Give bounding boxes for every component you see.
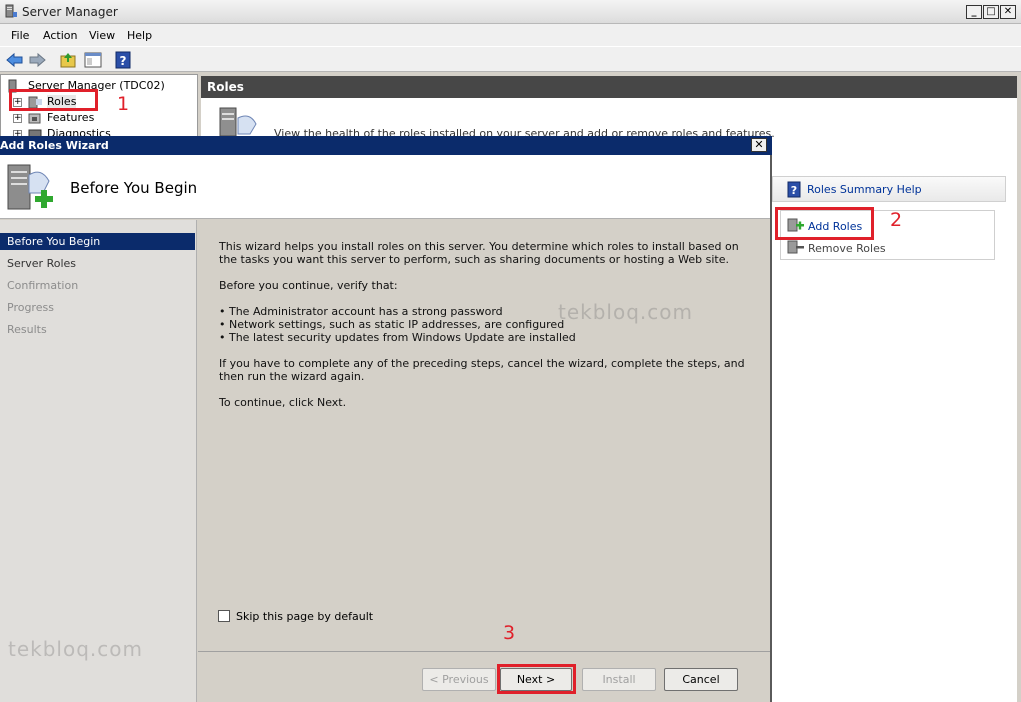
nav-server-roles[interactable]: Server Roles <box>0 255 195 272</box>
wizard-nav: Before You Begin Server Roles Confirmati… <box>0 220 197 702</box>
svg-text:?: ? <box>791 184 797 197</box>
continue-paragraph: To continue, click Next. <box>219 396 347 409</box>
show-hide-tree-icon[interactable] <box>83 51 103 69</box>
wizard-heading: Before You Begin <box>70 179 198 197</box>
annotation-box-roles <box>9 89 98 111</box>
nav-confirmation: Confirmation <box>7 279 79 292</box>
svg-text:?: ? <box>120 54 127 68</box>
previous-button[interactable]: < Previous <box>422 668 496 691</box>
nav-results: Results <box>7 323 47 336</box>
skip-page-checkbox[interactable] <box>218 610 230 622</box>
roles-pane-header: Roles <box>201 76 1017 98</box>
help-book-icon: ? <box>787 181 801 198</box>
remove-roles-icon <box>787 240 804 254</box>
wizard-roles-icon <box>7 164 53 210</box>
nav-before-you-begin[interactable]: Before You Begin <box>0 233 195 250</box>
expand-icon[interactable]: + <box>13 114 22 123</box>
features-icon <box>28 113 41 124</box>
up-folder-icon[interactable] <box>58 51 78 69</box>
cancel-paragraph: If you have to complete any of the prece… <box>219 357 745 383</box>
menu-help[interactable]: Help <box>127 29 152 42</box>
watermark: tekbloq.com <box>8 637 143 661</box>
menu-bar: File Action View Help <box>0 24 1021 46</box>
bullet-item: • The latest security updates from Windo… <box>219 331 576 344</box>
help-icon[interactable]: ? <box>113 51 133 69</box>
intro-paragraph: This wizard helps you install roles on t… <box>219 240 739 266</box>
maximize-button[interactable]: □ <box>983 5 999 19</box>
title-bar: Server Manager _ □ ✕ <box>0 0 1021 24</box>
annotation-box-add-roles <box>775 207 874 240</box>
footer-divider <box>198 651 770 652</box>
roles-large-icon <box>219 107 257 136</box>
watermark: tekbloq.com <box>558 300 693 324</box>
close-button[interactable]: ✕ <box>1000 5 1016 19</box>
verify-paragraph: Before you continue, verify that: <box>219 279 398 292</box>
annotation-number: 3 <box>503 622 516 644</box>
roles-summary-help-label: Roles Summary Help <box>807 183 922 196</box>
back-arrow-icon[interactable] <box>5 51 25 69</box>
remove-roles-link[interactable]: Remove Roles <box>785 239 905 257</box>
menu-file[interactable]: File <box>11 29 29 42</box>
annotation-box-next <box>497 664 576 694</box>
minimize-button[interactable]: _ <box>966 5 982 19</box>
menu-action[interactable]: Action <box>43 29 77 42</box>
tree-item-label: Features <box>47 111 95 124</box>
toolbar: ? <box>0 46 1021 72</box>
annotation-number: 2 <box>890 209 903 231</box>
wizard-title: Add Roles Wizard <box>0 136 772 155</box>
install-button[interactable]: Install <box>582 668 656 691</box>
server-manager-icon <box>5 4 17 18</box>
cancel-button[interactable]: Cancel <box>664 668 738 691</box>
window-title: Server Manager <box>22 5 118 19</box>
roles-summary-help-link[interactable]: ? Roles Summary Help <box>772 176 1006 202</box>
remove-roles-label: Remove Roles <box>808 242 886 255</box>
nav-progress: Progress <box>7 301 54 314</box>
forward-arrow-icon[interactable] <box>27 51 47 69</box>
menu-view[interactable]: View <box>89 29 115 42</box>
skip-page-label: Skip this page by default <box>236 610 374 623</box>
annotation-number: 1 <box>117 93 130 115</box>
wizard-close-button[interactable]: ✕ <box>751 138 767 152</box>
